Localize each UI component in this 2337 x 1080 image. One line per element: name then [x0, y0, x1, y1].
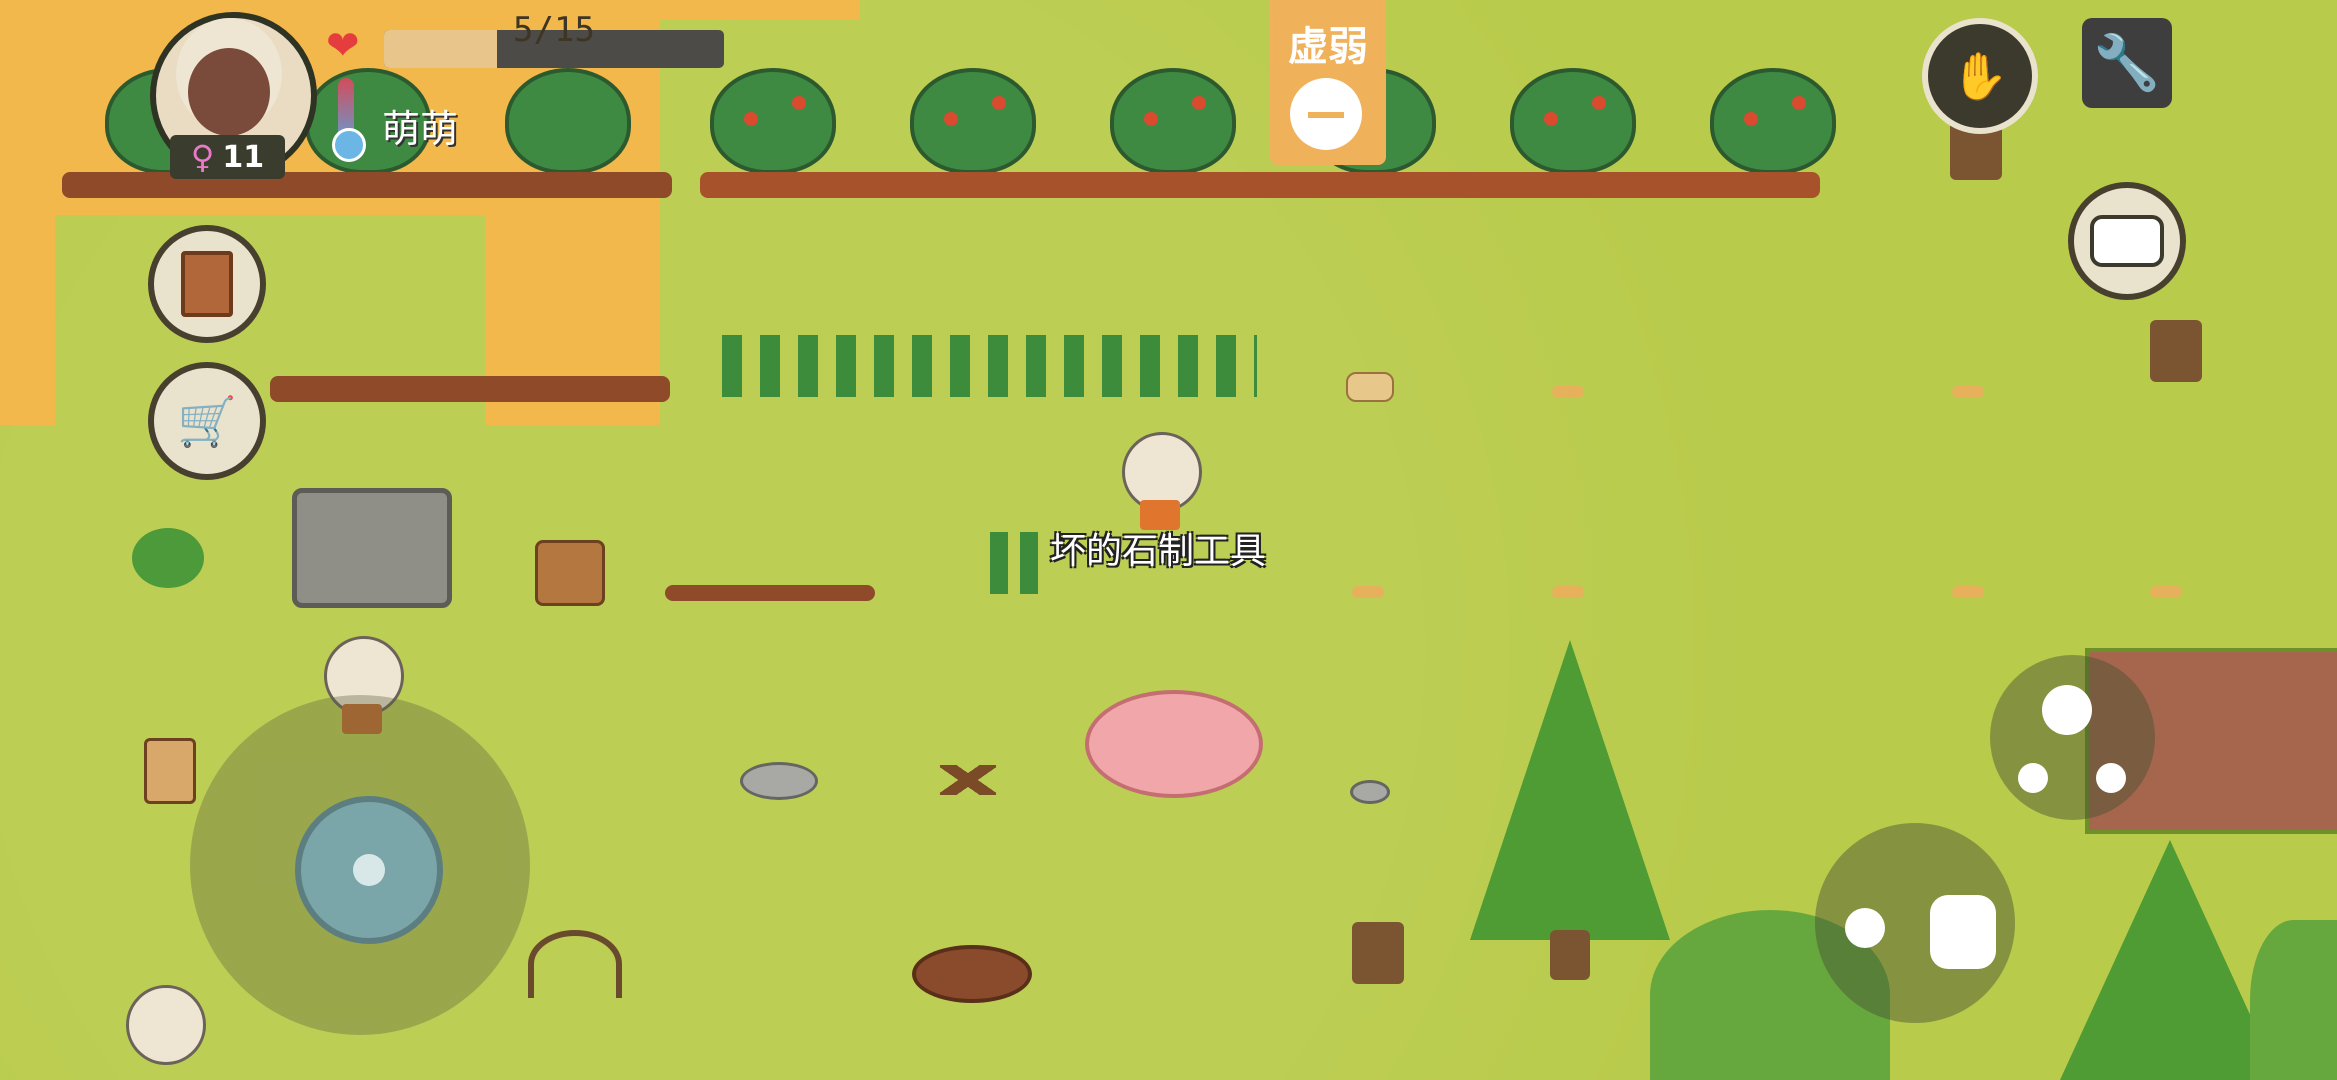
- bush-large[interactable]: [2250, 920, 2337, 1080]
- stone-well[interactable]: [292, 488, 452, 608]
- fruit-tree[interactable]: [1510, 68, 1636, 174]
- stone[interactable]: [740, 762, 818, 800]
- nest[interactable]: [912, 945, 1032, 1003]
- basket[interactable]: [535, 540, 605, 606]
- family-tree-node: [2096, 763, 2126, 793]
- fruit-tree[interactable]: [910, 68, 1036, 174]
- seed[interactable]: [1552, 586, 1584, 598]
- chat-bubble-icon: [2090, 215, 2164, 267]
- player-name: 萌萌: [382, 107, 459, 151]
- seed[interactable]: [2150, 586, 2182, 598]
- firewood[interactable]: [940, 765, 996, 795]
- crop[interactable]: [990, 532, 1045, 594]
- chat-button[interactable]: [2068, 182, 2186, 300]
- throw-button[interactable]: [1815, 823, 2015, 1023]
- book-icon: [181, 251, 233, 317]
- settings-button[interactable]: 🔧: [2082, 18, 2172, 108]
- game-scene: 坏的石制工具 ♀ 11 ❤ 5/15 萌萌 🛒 虚弱 ✋ 🔧: [0, 0, 2337, 1080]
- pine-tree[interactable]: [2060, 840, 2280, 1080]
- bread[interactable]: [1346, 372, 1394, 402]
- status-label: 虚弱: [1288, 24, 1368, 70]
- fruit-tree[interactable]: [1710, 68, 1836, 174]
- soil-row: [700, 172, 1820, 198]
- pickup-button[interactable]: ✋: [1922, 18, 2038, 134]
- hand-icon: ✋: [1951, 48, 2009, 103]
- shop-button[interactable]: 🛒: [148, 362, 266, 480]
- seed[interactable]: [1352, 586, 1384, 598]
- tree-stump[interactable]: [2150, 320, 2202, 382]
- stone[interactable]: [1350, 780, 1390, 804]
- thermometer-bulb: [332, 128, 366, 162]
- family-tree-icon: [2042, 685, 2092, 735]
- family-button[interactable]: [1990, 655, 2155, 820]
- soil-row: [270, 376, 670, 402]
- wrench-icon: 🔧: [2093, 31, 2161, 94]
- fruit-tree[interactable]: [505, 68, 631, 174]
- journal-button[interactable]: [148, 225, 266, 343]
- tree-stump[interactable]: [1352, 922, 1404, 984]
- item-label: 坏的石制工具: [1050, 531, 1267, 572]
- soil-row: [665, 585, 875, 601]
- seed[interactable]: [1952, 586, 1984, 598]
- pig[interactable]: [1085, 690, 1263, 798]
- bush[interactable]: [132, 528, 204, 588]
- family-tree-node: [2018, 763, 2048, 793]
- soil-row: [62, 172, 672, 198]
- player-age: 11: [222, 139, 265, 175]
- weak-face-icon: [1290, 78, 1362, 150]
- villager-character[interactable]: [126, 985, 206, 1065]
- field-patch: [0, 215, 55, 425]
- fruit-tree[interactable]: [1110, 68, 1236, 174]
- fruit-tree[interactable]: [710, 68, 836, 174]
- avatar: [188, 48, 270, 136]
- fist-icon: [1930, 895, 1996, 969]
- gender-age-badge: ♀ 11: [170, 135, 285, 179]
- health-text: 5/15: [513, 10, 595, 50]
- heart-icon: ❤: [326, 23, 360, 69]
- seed[interactable]: [1952, 386, 1984, 398]
- crop-row[interactable]: [722, 335, 1257, 397]
- pine-tree[interactable]: [1470, 640, 1670, 940]
- bow[interactable]: [528, 930, 622, 998]
- seed[interactable]: [1552, 386, 1584, 398]
- pine-trunk: [1550, 930, 1590, 980]
- throw-icon: [1845, 908, 1885, 948]
- gender-icon: ♀: [190, 138, 215, 176]
- shopping-cart-icon: 🛒: [177, 393, 237, 450]
- barrel[interactable]: [144, 738, 196, 804]
- joystick-knob[interactable]: [295, 796, 443, 944]
